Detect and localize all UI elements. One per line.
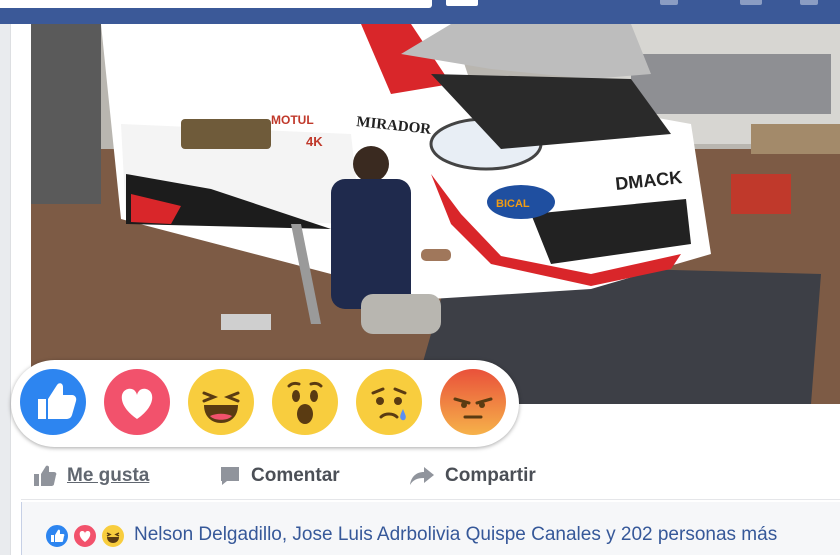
post-actions-bar: Me gusta Comentar Compartir [21,452,840,500]
like-reaction-icon[interactable] [20,369,86,435]
reactions-summary: Nelson Delgadillo, Jose Luis Adrbolivia … [21,502,840,555]
post-photo[interactable]: MOTUL 4K MIRADOR BICAL DMACK [31,24,840,404]
share-arrow-icon [410,467,434,485]
messages-icon[interactable] [740,0,762,5]
post-card: MOTUL 4K MIRADOR BICAL DMACK Me gusta Co… [10,24,840,555]
comment-label: Comentar [251,465,340,486]
like-label: Me gusta [67,465,150,486]
number-decal: 4K [306,134,323,149]
friend-requests-icon[interactable] [660,0,678,5]
search-input[interactable] [0,0,432,8]
wow-reaction-icon[interactable] [272,369,338,435]
love-icon [72,523,98,549]
home-button[interactable] [446,0,478,6]
like-button[interactable]: Me gusta [33,452,149,500]
motul-decal: MOTUL [271,113,314,127]
haha-icon [100,523,126,549]
comment-bubble-icon [221,467,239,485]
comment-button[interactable]: Comentar [219,452,340,500]
reactions-picker [11,360,519,447]
haha-reaction-icon[interactable] [188,369,254,435]
notifications-icon[interactable] [800,0,818,5]
reaction-summary-icons[interactable] [44,523,136,549]
like-icon [44,523,70,549]
facebook-topbar [0,0,840,24]
bical-decal: BICAL [496,198,530,210]
sad-reaction-icon[interactable] [356,369,422,435]
share-label: Compartir [445,465,536,486]
reactions-names-link[interactable]: Nelson Delgadillo, Jose Luis Adrbolivia … [134,524,777,546]
angry-reaction-icon[interactable] [440,369,506,435]
thumbs-up-icon [34,465,57,486]
love-reaction-icon[interactable] [104,369,170,435]
share-button[interactable]: Compartir [409,452,536,500]
rally-car-photo: MOTUL 4K MIRADOR BICAL DMACK [31,24,840,404]
